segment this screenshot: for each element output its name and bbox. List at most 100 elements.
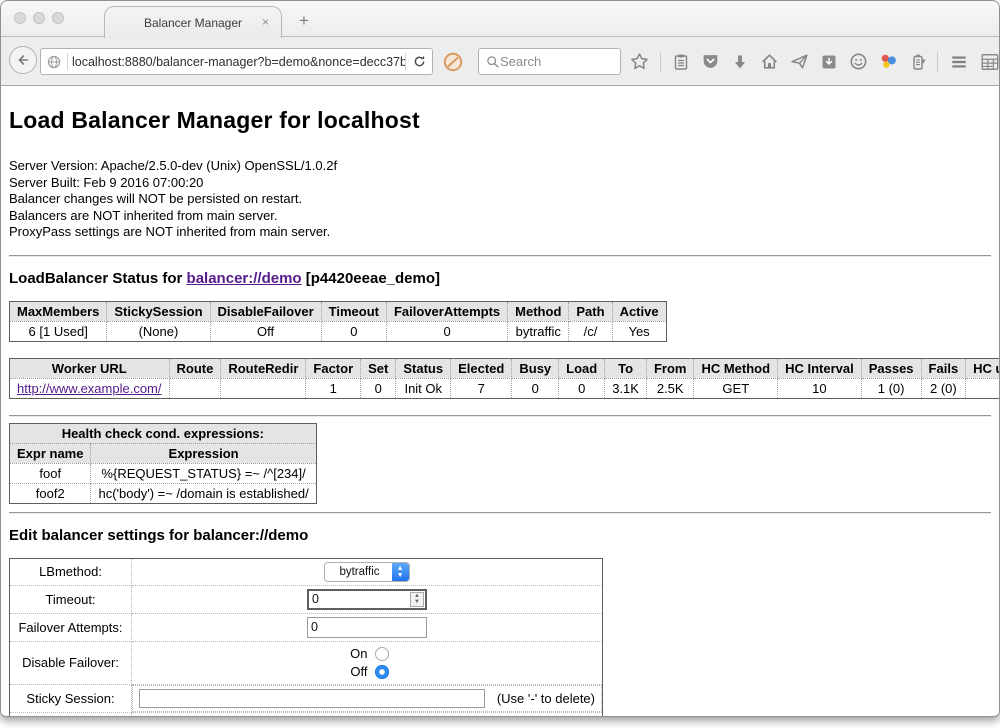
form-row-disable-failover: Disable Failover: On Off <box>10 641 603 684</box>
sticky-session-input[interactable] <box>139 689 485 708</box>
cell-timeout: 0 <box>321 321 386 341</box>
section-divider <box>9 415 991 417</box>
bookmark-star-icon[interactable] <box>630 52 649 71</box>
tab-close-icon[interactable]: × <box>262 16 269 28</box>
health-check-table: Health check cond. expressions: Expr nam… <box>9 423 317 504</box>
header-cell: Path <box>569 301 612 321</box>
cell-passes: 1 (0) <box>861 378 921 398</box>
window-controls <box>14 12 64 24</box>
table-title-row: Health check cond. expressions: <box>10 423 317 443</box>
cell-hc-method: GET <box>694 378 778 398</box>
balancer-demo-link[interactable]: balancer://demo <box>187 270 302 287</box>
zoom-window-button[interactable] <box>52 12 64 24</box>
url-bar[interactable]: localhost:8880/balancer-manager?b=demo&n… <box>40 48 433 75</box>
search-bar[interactable] <box>478 48 621 75</box>
health-table-title: Health check cond. expressions: <box>10 423 317 443</box>
cell-status: Init Ok <box>396 378 451 398</box>
download-icon[interactable] <box>731 53 749 71</box>
lbmethod-label: LBmethod: <box>10 558 132 585</box>
chat-smiley-icon[interactable] <box>849 52 868 71</box>
cell-route <box>169 378 221 398</box>
disable-failover-label: Disable Failover: <box>10 641 132 684</box>
cell-from: 2.5K <box>646 378 694 398</box>
tab-bar: Balancer Manager × + <box>1 1 999 37</box>
cell-maxmembers: 6 [1 Used] <box>10 321 107 341</box>
select-stepper-icon: ▲▼ <box>392 562 409 582</box>
new-tab-button[interactable]: + <box>293 11 315 31</box>
timeout-field: ▲▼ <box>307 589 427 610</box>
radio-on[interactable] <box>375 647 389 661</box>
reload-icon[interactable] <box>406 49 432 74</box>
radio-off-row: Off <box>136 663 598 681</box>
header-cell: HC Interval <box>778 358 862 378</box>
worker-url-link[interactable]: http://www.example.com/ <box>17 381 162 396</box>
header-cell: Status <box>396 358 451 378</box>
header-cell: Set <box>361 358 396 378</box>
add-worker-input[interactable] <box>209 716 389 718</box>
lbmethod-selected-value: bytraffic <box>325 566 391 578</box>
failover-cell <box>132 613 603 641</box>
cell-path: /c/ <box>569 321 612 341</box>
header-cell: Fails <box>921 358 966 378</box>
content-blocked-icon[interactable] <box>442 51 464 73</box>
toolbar-divider <box>660 52 661 72</box>
table-row: foof %{REQUEST_STATUS} =~ /^[234]/ <box>10 463 317 483</box>
cell-busy: 0 <box>512 378 559 398</box>
send-icon[interactable] <box>790 52 809 71</box>
extension-dots-icon[interactable] <box>879 52 898 71</box>
header-cell: Worker URL <box>10 358 170 378</box>
battery-dropdown-caret-icon[interactable]: ▾ <box>921 56 926 67</box>
timeout-input[interactable] <box>309 592 410 606</box>
header-cell: Factor <box>306 358 361 378</box>
number-stepper-icon[interactable]: ▲▼ <box>410 592 424 607</box>
table-header-row: MaxMembers StickySession DisableFailover… <box>10 301 667 321</box>
clipboard-icon[interactable] <box>672 53 690 71</box>
cell-hc-uri <box>966 378 999 398</box>
header-cell: To <box>605 358 647 378</box>
server-info: Server Version: Apache/2.5.0-dev (Unix) … <box>9 158 991 241</box>
minimize-window-button[interactable] <box>33 12 45 24</box>
header-cell: FailoverAttempts <box>386 301 507 321</box>
section-divider <box>9 512 991 514</box>
cell-routeredir <box>221 378 306 398</box>
page-title: Load Balancer Manager for localhost <box>9 107 991 134</box>
back-button[interactable] <box>9 46 37 74</box>
screenshot-icon[interactable] <box>820 53 838 71</box>
form-row-sticky: Sticky Session: (Use '-' to delete) <box>10 684 603 712</box>
header-cell: HC Method <box>694 358 778 378</box>
pocket-icon[interactable] <box>701 52 720 71</box>
header-cell: Busy <box>512 358 559 378</box>
search-input[interactable] <box>500 54 620 69</box>
back-arrow-icon <box>15 52 31 68</box>
failover-attempts-input[interactable] <box>308 620 426 634</box>
sticky-session-hint: (Use '-' to delete) <box>497 691 595 706</box>
close-window-button[interactable] <box>14 12 26 24</box>
header-cell: Load <box>559 358 605 378</box>
worker-table: Worker URL Route RouteRedir Factor Set S… <box>9 358 999 399</box>
proxypass-note-line: ProxyPass settings are NOT inherited fro… <box>9 224 991 241</box>
cell-set: 0 <box>361 378 396 398</box>
header-cell: RouteRedir <box>221 358 306 378</box>
status-heading-suffix: [p4420eeae_demo] <box>302 270 440 287</box>
toolbar-divider <box>937 52 938 72</box>
add-worker-cell: Are you sure? <box>132 712 603 717</box>
cell-disablefailover: Off <box>210 321 321 341</box>
server-built-line: Server Built: Feb 9 2016 07:00:20 <box>9 175 991 192</box>
table-header-row: Expr name Expression <box>10 443 317 463</box>
sticky-session-label: Sticky Session: <box>10 684 132 712</box>
site-identity-globe-icon[interactable] <box>41 49 67 74</box>
radio-off-selected[interactable] <box>375 665 389 679</box>
home-icon[interactable] <box>760 52 779 71</box>
menu-hamburger-icon[interactable] <box>949 52 969 72</box>
tab-balancer-manager[interactable]: Balancer Manager × <box>104 6 282 38</box>
section-divider <box>9 255 991 257</box>
lbmethod-select[interactable]: bytraffic ▲▼ <box>324 562 409 582</box>
battery-widget[interactable]: ▾ <box>909 53 926 71</box>
sticky-session-cell: (Use '-' to delete) <box>132 685 602 712</box>
header-cell: Expression <box>91 443 316 463</box>
header-cell: From <box>646 358 694 378</box>
failover-attempts-label: Failover Attempts: <box>10 613 132 641</box>
tab-grid-icon[interactable] <box>980 52 1000 72</box>
header-cell: Method <box>508 301 569 321</box>
url-text[interactable]: localhost:8880/balancer-manager?b=demo&n… <box>68 55 405 69</box>
